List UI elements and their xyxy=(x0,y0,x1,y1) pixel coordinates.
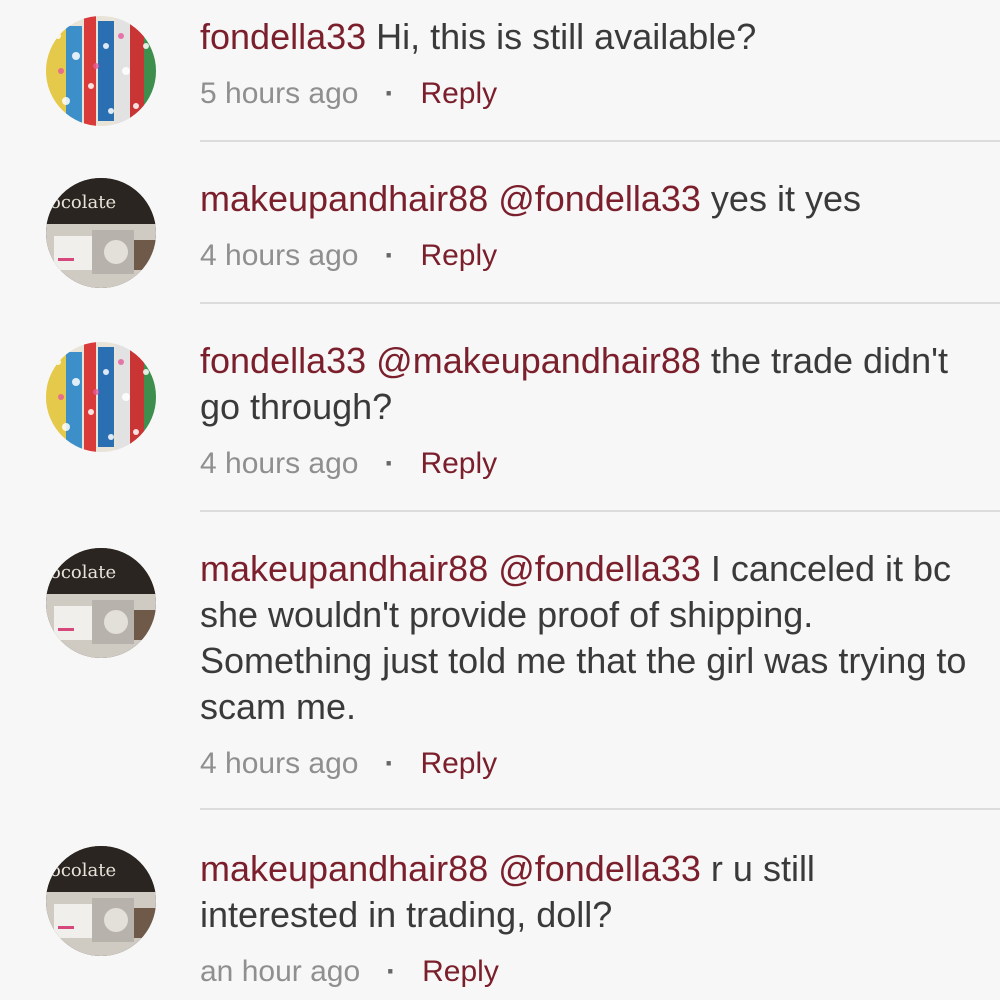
comment-meta: 4 hours ago · Reply xyxy=(200,744,970,784)
avatar[interactable]: ocolate xyxy=(46,846,156,956)
comment-meta: an hour ago · Reply xyxy=(200,952,970,992)
reply-button[interactable]: Reply xyxy=(420,236,497,276)
chocolate-box-avatar-image: ocolate xyxy=(46,846,156,956)
comment-username[interactable]: makeupandhair88 xyxy=(200,178,488,219)
comment-timestamp: an hour ago xyxy=(200,955,361,988)
comment-mention[interactable]: @fondella33 xyxy=(488,548,701,589)
paint-splatter-avatar-image xyxy=(46,342,156,452)
separator-dot: · xyxy=(384,77,395,110)
comment-username[interactable]: makeupandhair88 xyxy=(200,848,488,889)
comment-mention[interactable]: @fondella33 xyxy=(488,848,701,889)
avatar[interactable]: ocolate xyxy=(46,178,156,288)
comment-meta: 4 hours ago · Reply xyxy=(200,444,970,484)
avatar-logo-text: ocolate xyxy=(50,562,116,583)
avatar-logo-text: ocolate xyxy=(50,192,116,213)
comment-message: Hi, this is still available? xyxy=(366,16,757,57)
avatar-logo-text: ocolate xyxy=(50,860,116,881)
reply-button[interactable]: Reply xyxy=(422,952,499,992)
separator-dot: · xyxy=(384,239,395,272)
reply-button[interactable]: Reply xyxy=(420,444,497,484)
comment-text: fondella33 Hi, this is still available? xyxy=(200,14,970,60)
divider xyxy=(200,510,1000,512)
separator-dot: · xyxy=(384,747,395,780)
comment-text: makeupandhair88 @fondella33 I canceled i… xyxy=(200,546,970,730)
reply-button[interactable]: Reply xyxy=(420,74,497,114)
chocolate-box-avatar-image: ocolate xyxy=(46,548,156,658)
comment-timestamp: 4 hours ago xyxy=(200,747,359,780)
paint-splatter-avatar-image xyxy=(46,16,156,126)
comment-mention[interactable]: @fondella33 xyxy=(488,178,701,219)
comment-timestamp: 5 hours ago xyxy=(200,77,359,110)
avatar[interactable] xyxy=(46,16,156,126)
comment-message: yes it yes xyxy=(700,178,861,219)
comment-timestamp: 4 hours ago xyxy=(200,239,359,272)
comment-username[interactable]: makeupandhair88 xyxy=(200,548,488,589)
divider xyxy=(200,140,1000,142)
comment-timestamp: 4 hours ago xyxy=(200,447,359,480)
separator-dot: · xyxy=(386,955,397,988)
comment-meta: 4 hours ago · Reply xyxy=(200,236,970,276)
reply-button[interactable]: Reply xyxy=(420,744,497,784)
comment-text: makeupandhair88 @fondella33 yes it yes xyxy=(200,176,970,222)
comment-meta: 5 hours ago · Reply xyxy=(200,74,970,114)
separator-dot: · xyxy=(384,447,395,480)
chocolate-box-avatar-image: ocolate xyxy=(46,178,156,288)
comment-text: fondella33 @makeupandhair88 the trade di… xyxy=(200,338,970,430)
comment-username[interactable]: fondella33 xyxy=(200,340,366,381)
comment-text: makeupandhair88 @fondella33 r u still in… xyxy=(200,846,970,938)
divider xyxy=(200,808,1000,810)
avatar[interactable]: ocolate xyxy=(46,548,156,658)
comment-username[interactable]: fondella33 xyxy=(200,16,366,57)
divider xyxy=(200,302,1000,304)
avatar[interactable] xyxy=(46,342,156,452)
comment-thread: fondella33 Hi, this is still available? … xyxy=(0,0,1000,1000)
comment-mention[interactable]: @makeupandhair88 xyxy=(366,340,701,381)
